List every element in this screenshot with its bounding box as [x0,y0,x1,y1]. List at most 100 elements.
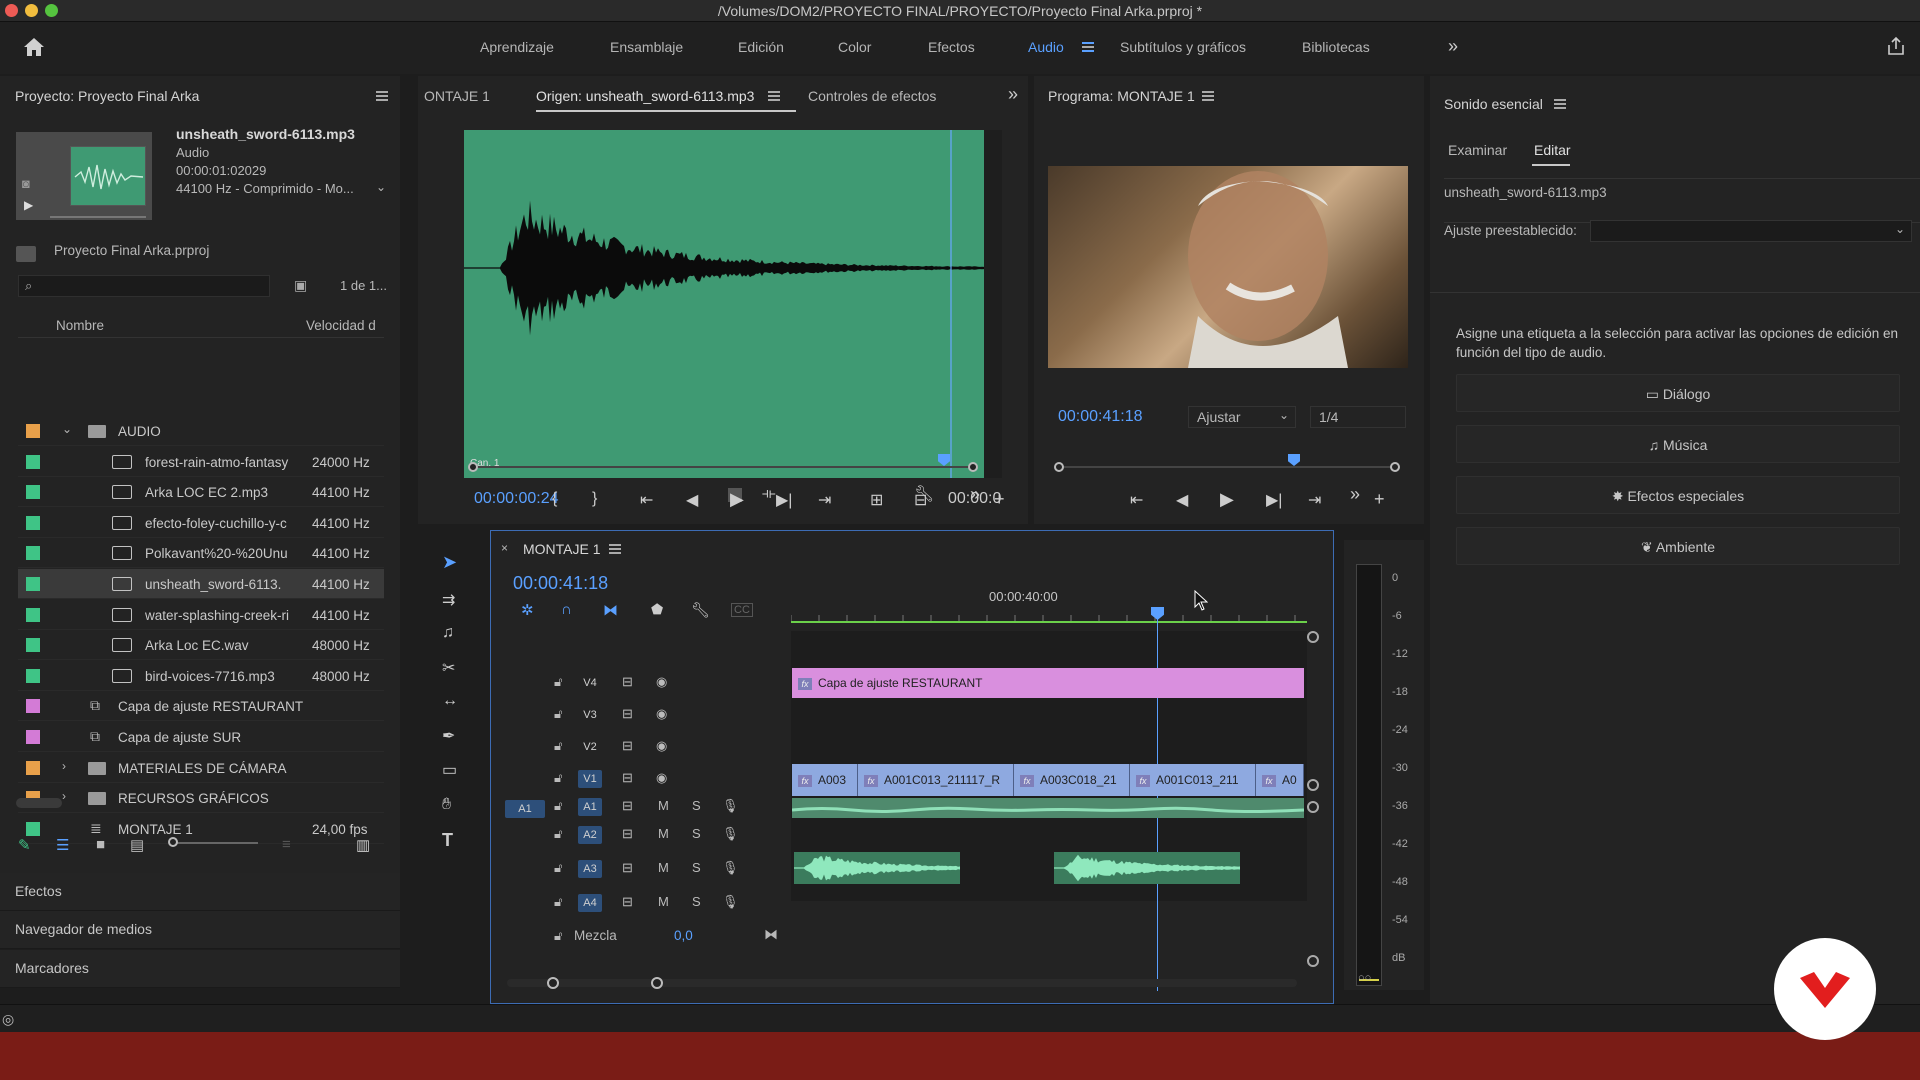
time-ruler[interactable]: 00:00:40:00 [791,581,1303,621]
essential-sound-menu-icon[interactable] [1554,99,1566,109]
audio-scroll-handle[interactable] [1307,801,1319,813]
zoom-slider[interactable] [168,837,258,847]
program-go-to-in-icon[interactable]: ⇤ [1130,490,1143,510]
lock-icon[interactable]: 🔓︎ [554,738,562,754]
audio-clip-a1[interactable] [792,798,1304,818]
lock-icon[interactable]: 🔓︎ [554,674,562,690]
freeform-view-icon[interactable]: ▤ [130,836,144,854]
horizontal-scrollbar[interactable] [16,798,62,808]
label-color-chip[interactable] [26,607,40,622]
close-sequence-icon[interactable]: × [501,541,508,555]
eye-icon[interactable]: ◉ [656,738,667,754]
lock-icon[interactable]: 🔓︎ [554,826,562,842]
sequence-tab[interactable]: MONTAJE 1 [523,541,601,557]
overwrite-icon[interactable]: ⊟ [914,490,927,510]
project-list-item[interactable]: efecto-foley-cuchillo-y-c 44100 Hz [18,508,384,538]
project-list-item[interactable]: bird-voices-7716.mp3 48000 Hz [18,661,384,691]
zoom-left-handle[interactable] [547,977,559,989]
lock-icon[interactable]: 🔓︎ [554,894,562,910]
sync-lock-icon[interactable]: ⊟ [622,706,633,722]
video-clip[interactable]: fx A003 [792,764,858,796]
project-panel-menu-icon[interactable] [376,91,388,101]
chevron-right-icon[interactable]: › [62,789,66,803]
music-button[interactable]: ♫ Música [1456,425,1900,463]
captions-icon[interactable]: CC [731,603,753,617]
project-list-item[interactable]: Polkavant%20-%20Unu 44100 Hz [18,538,384,569]
project-list-item[interactable]: ≣ MONTAJE 1 24,00 fps [18,814,384,844]
mix-value[interactable]: 0,0 [674,928,693,943]
source-scrubber[interactable] [468,454,978,472]
label-color-chip[interactable] [26,699,40,714]
project-list-item[interactable]: › MATERIALES DE CÁMARA [18,753,384,783]
microphone-icon[interactable]: 🎙︎ [722,826,739,842]
workspace-tab-subtitulos[interactable]: Subtítulos y gráficos [1120,39,1246,55]
track-target-button[interactable]: V3 [578,706,602,724]
mark-out-icon[interactable]: } [592,490,597,508]
linked-selection-icon[interactable]: ⧓ [603,601,618,619]
mute-button[interactable]: M [658,894,669,909]
tab-editar[interactable]: Editar [1534,142,1571,158]
sync-lock-icon[interactable]: ⊟ [622,894,633,910]
tab-effect-controls[interactable]: Controles de efectos [808,88,936,104]
program-video-frame[interactable] [1048,166,1408,368]
go-to-out-icon[interactable]: ⇥ [818,490,831,510]
lock-icon[interactable]: 🔓︎ [554,770,562,786]
track-target-button[interactable]: V1 [578,770,602,788]
label-color-chip[interactable] [26,485,40,500]
type-tool-icon[interactable]: T [442,830,453,851]
workspace-tab-bibliotecas[interactable]: Bibliotecas [1302,39,1370,55]
video-clip[interactable]: fx A001C013_211117_R [858,764,1014,796]
lock-icon[interactable]: 🔓︎ [554,798,562,814]
eye-icon[interactable]: ◉ [656,674,667,690]
zoom-right-handle[interactable] [651,977,663,989]
project-list-item[interactable]: ⧉ Capa de ajuste SUR [18,722,384,752]
snap-icon[interactable]: ∩ [561,601,572,618]
workspace-tab-audio[interactable]: Audio [1028,39,1064,55]
workspace-tab-aprendizaje[interactable]: Aprendizaje [480,39,554,55]
audio-scroll-handle-bottom[interactable] [1307,955,1319,967]
sync-lock-icon[interactable]: ⊟ [622,738,633,754]
video-scroll-handle-bottom[interactable] [1307,779,1319,791]
mute-button[interactable]: M [658,860,669,875]
list-view-icon[interactable]: ☰ [56,836,69,854]
eye-icon[interactable]: ◉ [656,770,667,786]
more-tabs-icon[interactable]: » [1008,84,1018,105]
meter-solo-icons[interactable]: ○○ [1358,972,1371,984]
sync-lock-icon[interactable]: ⊟ [622,674,633,690]
column-rate[interactable]: Velocidad d [306,318,376,333]
pen-icon[interactable]: ✒ [442,726,455,746]
program-step-back-icon[interactable]: ◀ [1176,490,1188,510]
preview-scrub[interactable] [50,216,146,218]
track-select-icon[interactable]: ⇉ [442,590,455,610]
label-color-chip[interactable] [26,424,40,438]
ambience-button[interactable]: ❦ Ambiente [1456,527,1900,565]
pencil-icon[interactable]: ✎ [18,836,31,854]
track-target-button[interactable]: V4 [578,674,602,692]
video-clip[interactable]: fx A0 [1256,764,1304,796]
tab-examinar[interactable]: Examinar [1448,142,1507,158]
solo-button[interactable]: S [692,894,701,909]
chevron-right-icon[interactable]: › [62,759,66,773]
lock-icon[interactable]: 🔓︎ [554,928,562,944]
nest-icon[interactable]: ✲ [521,601,534,619]
video-scroll-handle[interactable] [1307,631,1319,643]
tab-montaje[interactable]: ONTAJE 1 [424,88,490,104]
razor-icon[interactable]: ✂ [442,658,455,678]
sequence-timecode[interactable]: 00:00:41:18 [513,573,608,594]
source-waveform-view[interactable]: Can. 1 [464,130,1002,478]
workspace-tab-color[interactable]: Color [838,39,871,55]
solo-button[interactable]: S [692,798,701,813]
workspace-tab-ensamblaje[interactable]: Ensamblaje [610,39,683,55]
sort-icon[interactable]: ≡ [282,836,291,853]
lock-icon[interactable]: 🔓︎ [554,860,562,876]
track-target-button[interactable]: A4 [578,894,602,912]
project-list-item[interactable]: water-splashing-creek-ri 44100 Hz [18,600,384,630]
step-back-icon[interactable]: ◀ [686,490,698,510]
label-color-chip[interactable] [26,546,40,561]
mark-in-icon[interactable]: { [552,490,557,508]
microphone-icon[interactable]: 🎙︎ [722,798,739,814]
label-color-chip[interactable] [26,668,40,683]
program-go-to-out-icon[interactable]: ⇥ [1308,490,1321,510]
sfx-button[interactable]: ✸ Efectos especiales [1456,476,1900,514]
project-search-input[interactable]: ⌕ [18,275,270,297]
